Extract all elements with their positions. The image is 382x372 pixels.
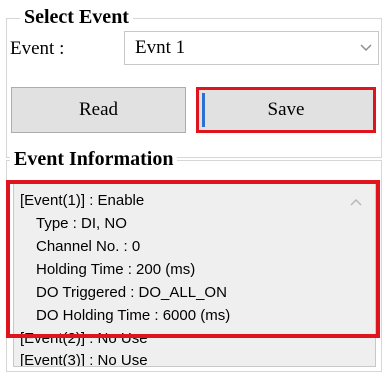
event-information-title: Event Information xyxy=(10,148,178,170)
event-information-list[interactable]: [Event(1)] : Enable Type : DI, NO Channe… xyxy=(13,182,376,367)
read-button-label: Read xyxy=(78,99,119,120)
list-item: DO Holding Time : 6000 (ms) xyxy=(36,307,231,324)
read-button[interactable]: Read xyxy=(11,87,186,133)
list-item: [Event(3)] : No Use xyxy=(20,352,148,367)
list-item: [Event(1)] : Enable xyxy=(20,192,145,209)
list-item: Holding Time : 200 (ms) xyxy=(36,261,196,278)
list-item: Channel No. : 0 xyxy=(36,238,141,255)
list-item: DO Triggered : DO_ALL_ON xyxy=(36,284,227,301)
save-button-label: Save xyxy=(267,99,305,120)
event-dropdown[interactable]: Evnt 1 xyxy=(124,31,379,65)
save-button[interactable]: Save xyxy=(196,87,376,133)
list-item: [Event(2)] : No Use xyxy=(20,330,148,347)
chevron-down-icon xyxy=(360,44,372,51)
event-label: Event : xyxy=(10,38,65,59)
list-item: Type : DI, NO xyxy=(36,215,127,232)
select-event-title: Select Event xyxy=(20,6,133,28)
event-dropdown-value: Evnt 1 xyxy=(135,37,186,58)
scroll-up-arrow-icon[interactable] xyxy=(349,196,363,208)
